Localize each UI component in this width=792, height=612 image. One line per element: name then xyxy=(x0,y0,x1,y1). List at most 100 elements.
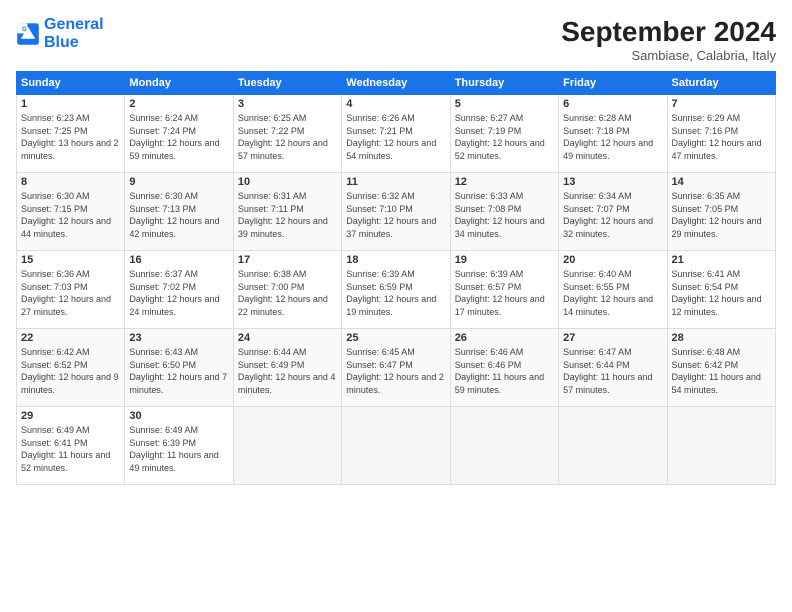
day-info: Sunrise: 6:49 AMSunset: 6:39 PMDaylight:… xyxy=(129,424,228,474)
day-number: 17 xyxy=(238,254,337,266)
calendar-cell: 5 Sunrise: 6:27 AMSunset: 7:19 PMDaylight… xyxy=(450,95,558,173)
day-info: Sunrise: 6:37 AMSunset: 7:02 PMDaylight:… xyxy=(129,268,228,318)
logo-line2: Blue xyxy=(44,34,79,51)
month-title: September 2024 xyxy=(561,16,776,48)
day-header-tuesday: Tuesday xyxy=(233,72,341,95)
calendar-cell: 19 Sunrise: 6:39 AMSunset: 6:57 PMDayligh… xyxy=(450,251,558,329)
day-header-sunday: Sunday xyxy=(17,72,125,95)
day-header-wednesday: Wednesday xyxy=(342,72,450,95)
day-number: 21 xyxy=(672,254,771,266)
day-info: Sunrise: 6:38 AMSunset: 7:00 PMDaylight:… xyxy=(238,268,337,318)
day-header-thursday: Thursday xyxy=(450,72,558,95)
day-number: 5 xyxy=(455,98,554,110)
calendar-cell: 17 Sunrise: 6:38 AMSunset: 7:00 PMDayligh… xyxy=(233,251,341,329)
day-number: 13 xyxy=(563,176,662,188)
day-number: 15 xyxy=(21,254,120,266)
calendar-cell xyxy=(559,407,667,485)
day-number: 30 xyxy=(129,410,228,422)
calendar-cell: 1 Sunrise: 6:23 AMSunset: 7:25 PMDaylight… xyxy=(17,95,125,173)
calendar-cell: 3 Sunrise: 6:25 AMSunset: 7:22 PMDaylight… xyxy=(233,95,341,173)
calendar-cell: 11 Sunrise: 6:32 AMSunset: 7:10 PMDayligh… xyxy=(342,173,450,251)
calendar-cell: 27 Sunrise: 6:47 AMSunset: 6:44 PMDayligh… xyxy=(559,329,667,407)
calendar-cell: 22 Sunrise: 6:42 AMSunset: 6:52 PMDayligh… xyxy=(17,329,125,407)
logo: G General Blue xyxy=(16,16,104,51)
calendar-cell: 15 Sunrise: 6:36 AMSunset: 7:03 PMDayligh… xyxy=(17,251,125,329)
calendar-table: SundayMondayTuesdayWednesdayThursdayFrid… xyxy=(16,71,776,485)
day-info: Sunrise: 6:40 AMSunset: 6:55 PMDaylight:… xyxy=(563,268,662,318)
day-info: Sunrise: 6:42 AMSunset: 6:52 PMDaylight:… xyxy=(21,346,120,396)
day-number: 11 xyxy=(346,176,445,188)
calendar-cell: 9Sunrise: 6:30 AMSunset: 7:13 PMDaylight… xyxy=(125,173,233,251)
day-info: Sunrise: 6:25 AMSunset: 7:22 PMDaylight:… xyxy=(238,112,337,162)
logo-icon: G xyxy=(16,22,40,46)
calendar-cell: 23 Sunrise: 6:43 AMSunset: 6:50 PMDayligh… xyxy=(125,329,233,407)
day-number: 16 xyxy=(129,254,228,266)
calendar-cell: 6 Sunrise: 6:28 AMSunset: 7:18 PMDaylight… xyxy=(559,95,667,173)
day-info: Sunrise: 6:23 AMSunset: 7:25 PMDaylight:… xyxy=(21,112,120,162)
day-info: Sunrise: 6:45 AMSunset: 6:47 PMDaylight:… xyxy=(346,346,445,396)
day-header-friday: Friday xyxy=(559,72,667,95)
day-info: Sunrise: 6:48 AMSunset: 6:42 PMDaylight:… xyxy=(672,346,771,396)
calendar-cell: 30 Sunrise: 6:49 AMSunset: 6:39 PMDayligh… xyxy=(125,407,233,485)
day-number: 22 xyxy=(21,332,120,344)
day-info: Sunrise: 6:30 AMSunset: 7:13 PMDaylight:… xyxy=(129,190,228,240)
day-info: Sunrise: 6:41 AMSunset: 6:54 PMDaylight:… xyxy=(672,268,771,318)
day-number: 25 xyxy=(346,332,445,344)
day-info: Sunrise: 6:35 AMSunset: 7:05 PMDaylight:… xyxy=(672,190,771,240)
day-number: 7 xyxy=(672,98,771,110)
calendar-cell: 12 Sunrise: 6:33 AMSunset: 7:08 PMDayligh… xyxy=(450,173,558,251)
title-block: September 2024 Sambiase, Calabria, Italy xyxy=(561,16,776,63)
day-info: Sunrise: 6:26 AMSunset: 7:21 PMDaylight:… xyxy=(346,112,445,162)
day-info: Sunrise: 6:47 AMSunset: 6:44 PMDaylight:… xyxy=(563,346,662,396)
day-info: Sunrise: 6:27 AMSunset: 7:19 PMDaylight:… xyxy=(455,112,554,162)
day-header-saturday: Saturday xyxy=(667,72,775,95)
calendar-cell: 24Sunrise: 6:44 AMSunset: 6:49 PMDayligh… xyxy=(233,329,341,407)
calendar-cell: 20 Sunrise: 6:40 AMSunset: 6:55 PMDayligh… xyxy=(559,251,667,329)
day-info: Sunrise: 6:46 AMSunset: 6:46 PMDaylight:… xyxy=(455,346,554,396)
calendar-cell: 7 Sunrise: 6:29 AMSunset: 7:16 PMDaylight… xyxy=(667,95,775,173)
calendar-cell: 18Sunrise: 6:39 AMSunset: 6:59 PMDayligh… xyxy=(342,251,450,329)
subtitle: Sambiase, Calabria, Italy xyxy=(561,48,776,63)
svg-text:G: G xyxy=(22,27,27,33)
day-header-monday: Monday xyxy=(125,72,233,95)
day-info: Sunrise: 6:33 AMSunset: 7:08 PMDaylight:… xyxy=(455,190,554,240)
calendar-cell xyxy=(233,407,341,485)
day-number: 3 xyxy=(238,98,337,110)
day-number: 27 xyxy=(563,332,662,344)
day-number: 6 xyxy=(563,98,662,110)
day-number: 28 xyxy=(672,332,771,344)
day-info: Sunrise: 6:29 AMSunset: 7:16 PMDaylight:… xyxy=(672,112,771,162)
day-number: 23 xyxy=(129,332,228,344)
day-number: 8 xyxy=(21,176,120,188)
day-info: Sunrise: 6:34 AMSunset: 7:07 PMDaylight:… xyxy=(563,190,662,240)
day-number: 12 xyxy=(455,176,554,188)
logo-line1: General xyxy=(44,16,104,33)
calendar-cell: 10Sunrise: 6:31 AMSunset: 7:11 PMDayligh… xyxy=(233,173,341,251)
calendar-cell: 8 Sunrise: 6:30 AMSunset: 7:15 PMDaylight… xyxy=(17,173,125,251)
day-info: Sunrise: 6:36 AMSunset: 7:03 PMDaylight:… xyxy=(21,268,120,318)
calendar-cell: 2Sunrise: 6:24 AMSunset: 7:24 PMDaylight… xyxy=(125,95,233,173)
day-info: Sunrise: 6:32 AMSunset: 7:10 PMDaylight:… xyxy=(346,190,445,240)
day-number: 26 xyxy=(455,332,554,344)
calendar-cell xyxy=(667,407,775,485)
calendar-cell: 29Sunrise: 6:49 AMSunset: 6:41 PMDayligh… xyxy=(17,407,125,485)
calendar-cell: 13 Sunrise: 6:34 AMSunset: 7:07 PMDayligh… xyxy=(559,173,667,251)
day-number: 14 xyxy=(672,176,771,188)
day-number: 24 xyxy=(238,332,337,344)
calendar-cell xyxy=(342,407,450,485)
day-info: Sunrise: 6:43 AMSunset: 6:50 PMDaylight:… xyxy=(129,346,228,396)
calendar-cell: 14 Sunrise: 6:35 AMSunset: 7:05 PMDayligh… xyxy=(667,173,775,251)
calendar-cell: 16 Sunrise: 6:37 AMSunset: 7:02 PMDayligh… xyxy=(125,251,233,329)
day-number: 2 xyxy=(129,98,228,110)
day-number: 20 xyxy=(563,254,662,266)
day-info: Sunrise: 6:30 AMSunset: 7:15 PMDaylight:… xyxy=(21,190,120,240)
calendar-cell: 4 Sunrise: 6:26 AMSunset: 7:21 PMDaylight… xyxy=(342,95,450,173)
day-info: Sunrise: 6:28 AMSunset: 7:18 PMDaylight:… xyxy=(563,112,662,162)
calendar-cell: 25 Sunrise: 6:45 AMSunset: 6:47 PMDayligh… xyxy=(342,329,450,407)
day-info: Sunrise: 6:39 AMSunset: 6:57 PMDaylight:… xyxy=(455,268,554,318)
day-number: 4 xyxy=(346,98,445,110)
calendar-cell: 26 Sunrise: 6:46 AMSunset: 6:46 PMDayligh… xyxy=(450,329,558,407)
day-number: 1 xyxy=(21,98,120,110)
day-info: Sunrise: 6:31 AMSunset: 7:11 PMDaylight:… xyxy=(238,190,337,240)
day-number: 19 xyxy=(455,254,554,266)
